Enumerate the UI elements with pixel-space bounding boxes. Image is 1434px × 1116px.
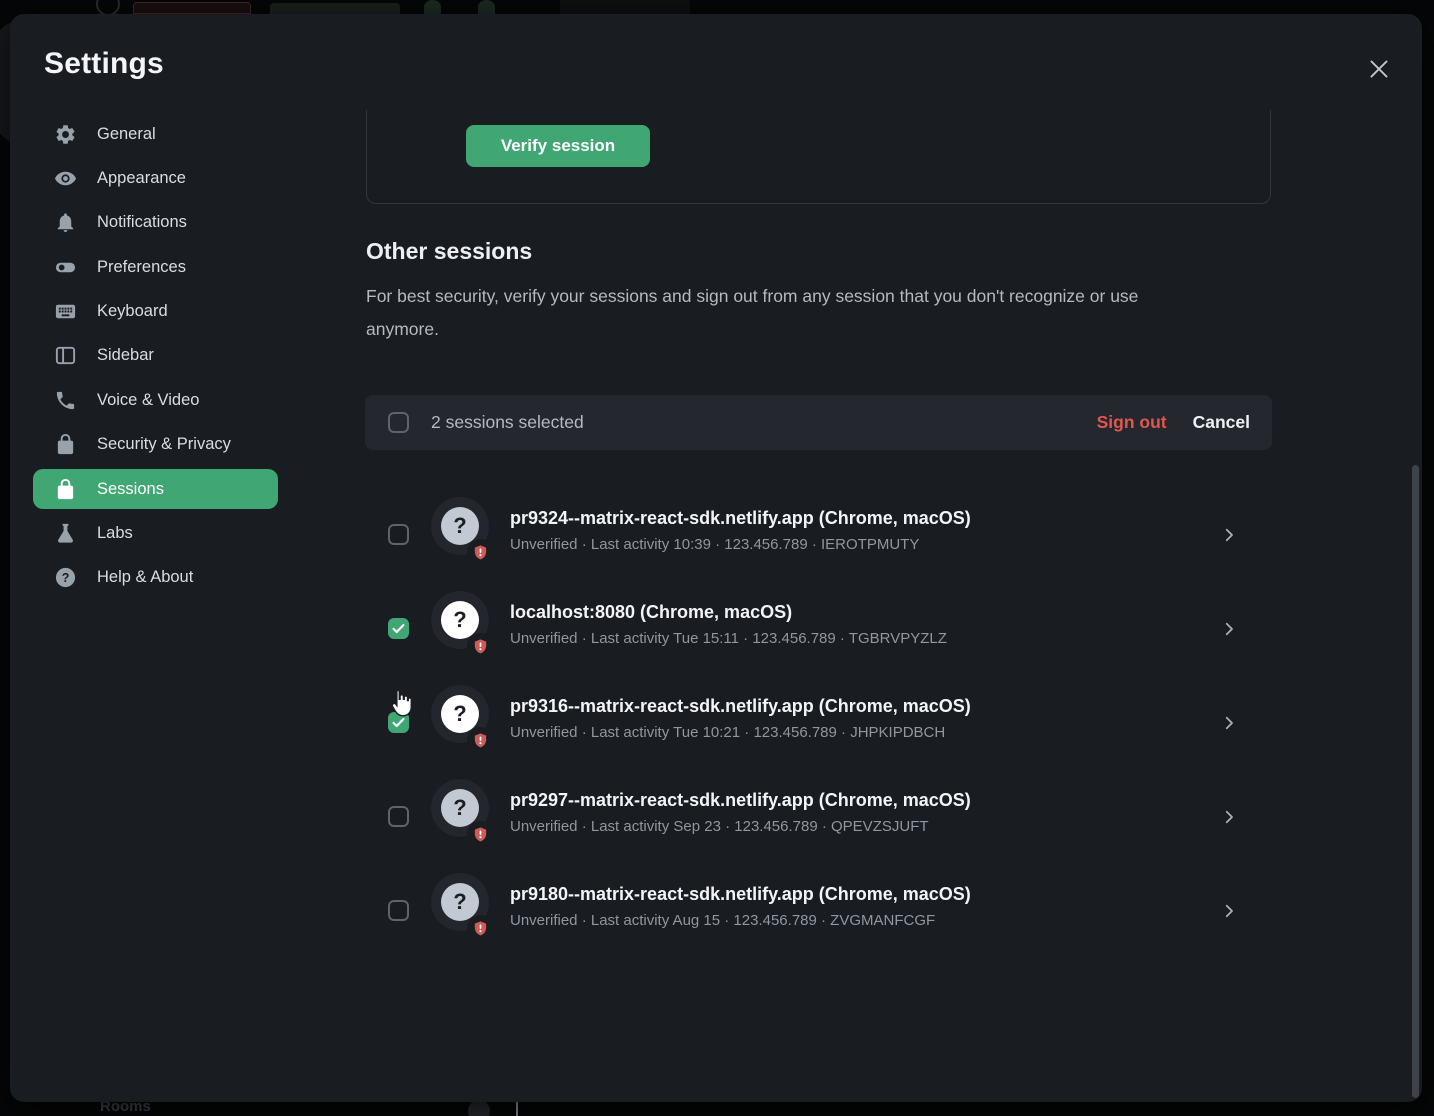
unverified-shield-icon [467,539,493,565]
session-row[interactable]: ? pr9180--matrix-react-sdk.netlify.app (… [365,864,1272,958]
dialog-title: Settings [44,47,164,81]
verify-session-button[interactable]: Verify session [466,125,650,167]
select-all-checkbox[interactable] [388,412,409,433]
lock-icon [54,433,77,456]
sidebar-item-label: Sessions [97,480,164,499]
sessions-content-pane: Verify session Other sessions For best s… [365,110,1272,1102]
chevron-right-icon[interactable] [1220,620,1238,643]
sidebar-item-label: Help & About [97,568,193,587]
chevron-right-icon[interactable] [1220,526,1238,549]
sidebar-item-appearance[interactable]: Appearance [33,158,278,198]
session-row[interactable]: ? localhost:8080 (Chrome, macOS) Unverif… [365,582,1272,676]
session-avatar: ? [431,591,489,649]
sidebar-item-label: Labs [97,524,133,543]
chevron-right-icon[interactable] [1220,808,1238,831]
unknown-device-icon: ? [441,789,479,827]
sidebar-item-label: General [97,125,156,144]
sidebar-item-label: Keyboard [97,302,168,321]
session-checkbox[interactable] [388,806,409,827]
flask-icon [54,522,77,545]
session-name: pr9324--matrix-react-sdk.netlify.app (Ch… [510,508,971,529]
session-checkbox[interactable] [388,712,409,733]
sidebar-item-label: Sidebar [97,346,154,365]
unverified-shield-icon [467,915,493,941]
session-checkbox[interactable] [388,900,409,921]
sidebar-item-help-about[interactable]: ? Help & About [33,558,278,598]
unknown-device-icon: ? [441,507,479,545]
session-name: pr9180--matrix-react-sdk.netlify.app (Ch… [510,884,971,905]
app-backdrop: Rooms Settings General Appearance Notifi… [0,0,1434,1116]
layout-icon [54,344,77,367]
session-avatar: ? [431,497,489,555]
sidebar-item-voice-video[interactable]: Voice & Video [33,380,278,420]
unknown-device-icon: ? [441,601,479,639]
chevron-right-icon[interactable] [1220,714,1238,737]
sidebar-item-security-privacy[interactable]: Security & Privacy [33,425,278,465]
session-name: pr9316--matrix-react-sdk.netlify.app (Ch… [510,696,971,717]
session-row[interactable]: ? pr9316--matrix-react-sdk.netlify.app (… [365,676,1272,770]
svg-text:?: ? [62,571,70,585]
keyboard-icon [54,300,77,323]
unknown-device-icon: ? [441,695,479,733]
session-details: Unverified · Last activity Tue 15:11 · 1… [510,630,947,647]
unverified-shield-icon [467,727,493,753]
unverified-shield-icon [467,821,493,847]
sidebar-item-general[interactable]: General [33,114,278,154]
session-row[interactable]: ? pr9297--matrix-react-sdk.netlify.app (… [365,770,1272,864]
sidebar-item-preferences[interactable]: Preferences [33,247,278,287]
gear-icon [54,123,77,146]
phone-icon [54,389,77,412]
help-icon: ? [54,566,77,589]
sidebar-item-label: Voice & Video [97,391,199,410]
unknown-device-icon: ? [441,883,479,921]
selection-bar: 2 sessions selected Sign out Cancel [365,395,1272,450]
bell-icon [54,211,77,234]
close-button[interactable] [1359,49,1399,89]
sidebar-item-keyboard[interactable]: Keyboard [33,292,278,332]
sidebar-item-label: Security & Privacy [97,435,231,454]
session-name: localhost:8080 (Chrome, macOS) [510,602,947,623]
unverified-shield-icon [467,633,493,659]
session-avatar: ? [431,685,489,743]
backdrop-avatar [468,1100,490,1116]
session-details: Unverified · Last activity 10:39 · 123.4… [510,536,971,553]
session-details: Unverified · Last activity Tue 10:21 · 1… [510,724,971,741]
session-checkbox[interactable] [388,618,409,639]
settings-sidebar: General Appearance Notifications Prefere… [33,114,278,602]
sidebar-item-label: Notifications [97,213,187,232]
sidebar-item-notifications[interactable]: Notifications [33,203,278,243]
session-details: Unverified · Last activity Aug 15 · 123.… [510,912,971,929]
session-details: Unverified · Last activity Sep 23 · 123.… [510,818,971,835]
backdrop-avatar [478,0,495,14]
close-icon [1366,56,1392,82]
backdrop-room-header [270,3,400,14]
scrollbar-thumb[interactable] [1412,465,1419,1098]
session-row[interactable]: ? pr9324--matrix-react-sdk.netlify.app (… [365,488,1272,582]
cancel-button[interactable]: Cancel [1193,412,1250,433]
backdrop-caret [516,1102,518,1116]
sidebar-item-labs[interactable]: Labs [33,514,278,554]
sign-out-button[interactable]: Sign out [1097,412,1167,433]
sidebar-item-label: Appearance [97,169,186,188]
sidebar-item-label: Preferences [97,258,186,277]
sidebar-item-sidebar[interactable]: Sidebar [33,336,278,376]
session-name: pr9297--matrix-react-sdk.netlify.app (Ch… [510,790,971,811]
lock-icon [54,478,77,501]
toggle-icon [54,256,77,279]
eye-icon [54,167,77,190]
selection-status: 2 sessions selected [431,412,584,433]
settings-dialog: Settings General Appearance Notification… [10,14,1422,1102]
backdrop-avatar [424,0,441,14]
session-list: ? pr9324--matrix-react-sdk.netlify.app (… [365,488,1272,958]
other-sessions-description: For best security, verify your sessions … [366,280,1196,346]
session-avatar: ? [431,873,489,931]
session-checkbox[interactable] [388,524,409,545]
other-sessions-heading: Other sessions [366,238,532,265]
session-avatar: ? [431,779,489,837]
chevron-right-icon[interactable] [1220,902,1238,925]
backdrop-room-header [133,2,251,14]
backdrop-panel [560,0,690,14]
sidebar-item-sessions[interactable]: Sessions [33,469,278,509]
